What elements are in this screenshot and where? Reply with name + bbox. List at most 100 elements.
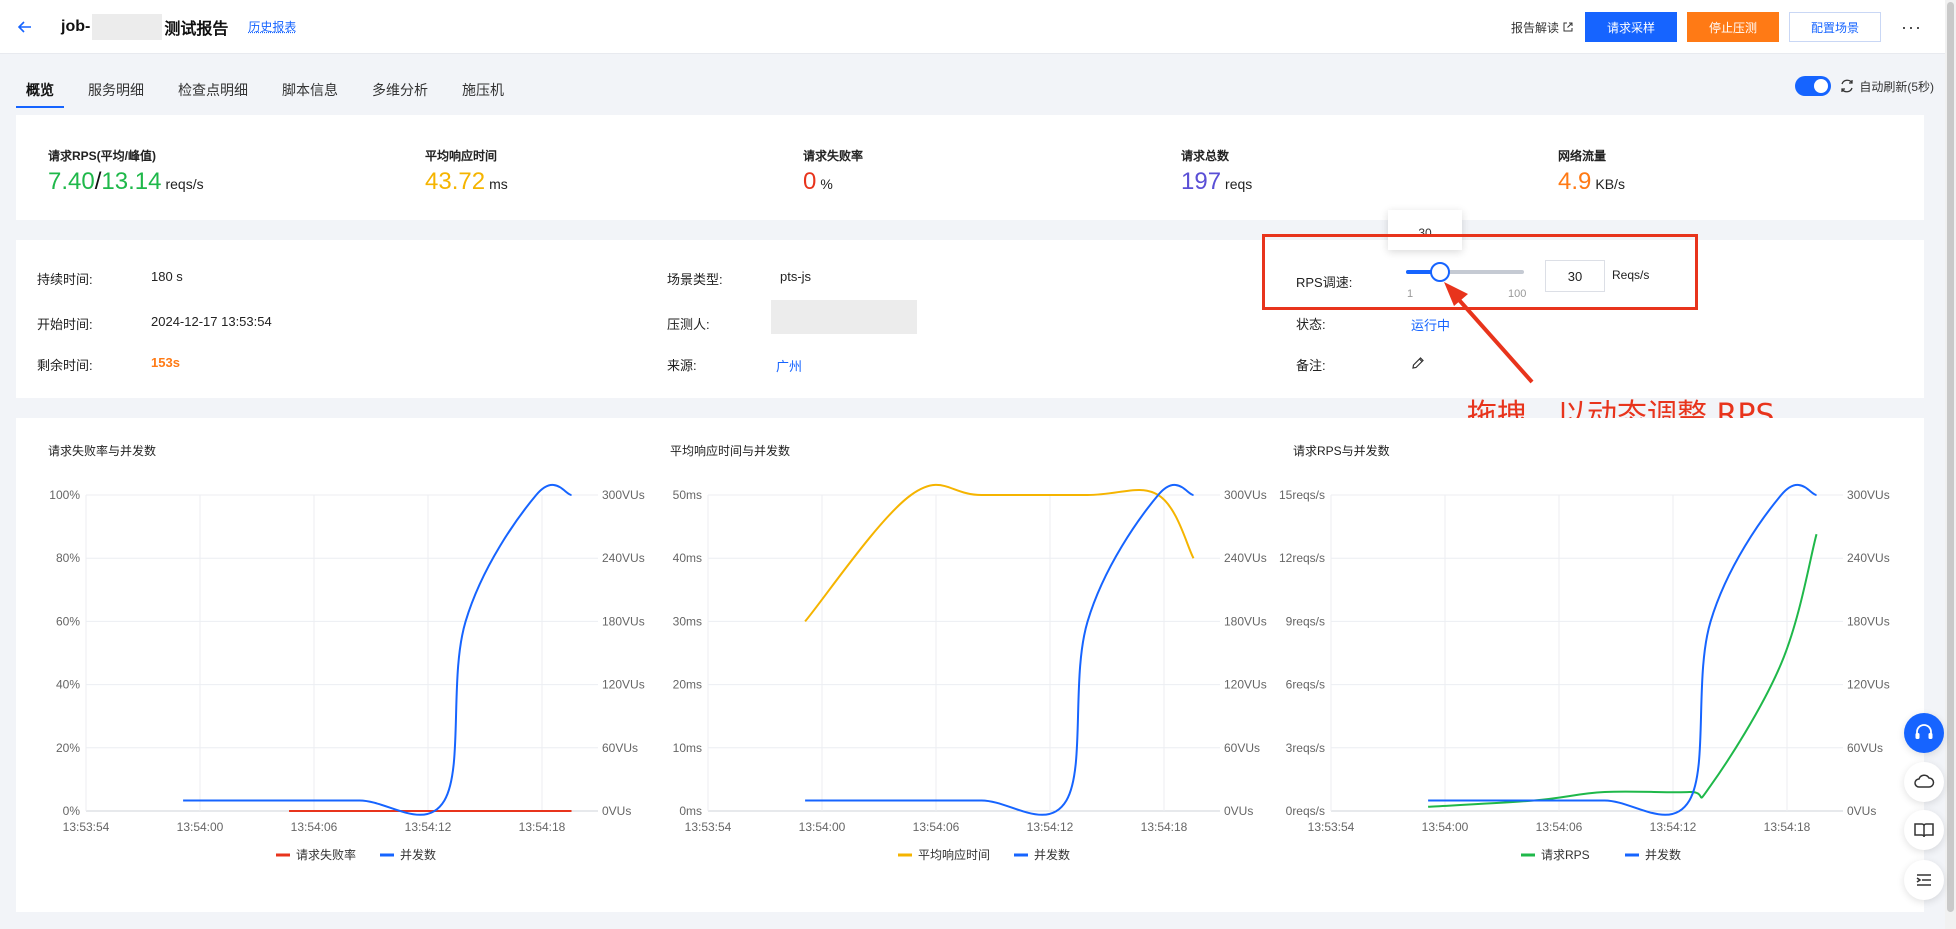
support-headset-icon[interactable] bbox=[1904, 713, 1944, 753]
metric-rps-sep: / bbox=[94, 168, 102, 195]
note-label: 备注: bbox=[1296, 358, 1326, 373]
cloud-icon[interactable] bbox=[1904, 762, 1944, 802]
metric-total-unit: reqs bbox=[1225, 176, 1253, 192]
metric-traffic-unit: KB/s bbox=[1595, 176, 1625, 192]
series-line bbox=[805, 484, 1194, 816]
history-report-link[interactable]: 历史报表 bbox=[248, 18, 296, 35]
page-scrollbar[interactable] bbox=[1945, 0, 1956, 929]
y-left-tick-label: 80% bbox=[56, 551, 80, 565]
metric-fail-value: 0 bbox=[803, 168, 817, 195]
tab-service-detail[interactable]: 服务明细 bbox=[88, 74, 144, 104]
auto-refresh-label: 自动刷新(5秒) bbox=[1859, 79, 1934, 94]
metric-total-value: 197 bbox=[1181, 168, 1222, 195]
y-right-tick-label: 180VUs bbox=[1847, 614, 1890, 628]
y-right-tick-label: 240VUs bbox=[1847, 551, 1890, 565]
x-tick-label: 13:54:06 bbox=[291, 820, 338, 834]
y-left-tick-label: 0reqs/s bbox=[1286, 804, 1325, 818]
y-right-tick-label: 180VUs bbox=[602, 614, 645, 628]
scrollbar-thumb[interactable] bbox=[1947, 2, 1954, 912]
metric-traffic-label: 网络流量 bbox=[1558, 149, 1607, 163]
y-right-tick-label: 120VUs bbox=[602, 678, 645, 692]
tab-load-generator[interactable]: 施压机 bbox=[462, 74, 504, 104]
book-icon[interactable] bbox=[1904, 810, 1944, 850]
auto-refresh: 自动刷新(5秒) bbox=[1795, 76, 1934, 96]
chart-title: 请求RPS与并发数 bbox=[1293, 443, 1390, 458]
job-suffix: 测试报告 bbox=[164, 20, 229, 38]
y-right-tick-label: 120VUs bbox=[1847, 678, 1890, 692]
refresh-icon[interactable] bbox=[1839, 78, 1855, 94]
metric-rps-peak: 13.14 bbox=[101, 168, 162, 195]
remaining-time-label: 剩余时间: bbox=[37, 358, 93, 373]
y-right-tick-label: 0VUs bbox=[1224, 804, 1253, 818]
request-sample-button[interactable]: 请求采样 bbox=[1585, 12, 1677, 42]
page-title: job- 测试报告 bbox=[61, 13, 229, 40]
y-right-tick-label: 300VUs bbox=[1224, 488, 1267, 502]
series-line bbox=[183, 484, 572, 816]
x-tick-label: 13:54:12 bbox=[1650, 820, 1697, 834]
y-left-tick-label: 15reqs/s bbox=[1279, 488, 1325, 502]
metric-rps: 请求RPS(平均/峰值) 7.40 / 13.14 reqs/s bbox=[48, 147, 204, 196]
y-left-tick-label: 3reqs/s bbox=[1286, 741, 1325, 755]
y-right-tick-label: 120VUs bbox=[1224, 678, 1267, 692]
job-name-redacted bbox=[92, 13, 163, 40]
x-tick-label: 13:54:12 bbox=[1027, 820, 1074, 834]
scene-type-label: 场景类型: bbox=[667, 272, 723, 287]
tab-checkpoint-detail[interactable]: 检查点明细 bbox=[178, 74, 248, 104]
x-tick-label: 13:54:00 bbox=[1422, 820, 1469, 834]
y-left-tick-label: 100% bbox=[49, 488, 80, 502]
series-line bbox=[804, 483, 1195, 623]
tester-label: 压测人: bbox=[667, 317, 710, 332]
y-left-tick-label: 40ms bbox=[673, 551, 702, 565]
legend-label: 请求失败率 bbox=[296, 847, 356, 862]
y-left-tick-label: 12reqs/s bbox=[1279, 551, 1325, 565]
x-tick-label: 13:54:12 bbox=[405, 820, 452, 834]
series-line bbox=[1428, 533, 1818, 808]
y-right-tick-label: 0VUs bbox=[1847, 804, 1876, 818]
more-icon[interactable]: ··· bbox=[1901, 17, 1921, 38]
legend-label: 平均响应时间 bbox=[918, 847, 990, 862]
status-label: 状态: bbox=[1296, 317, 1326, 332]
y-left-tick-label: 20ms bbox=[673, 678, 702, 692]
metrics-panel: 请求RPS(平均/峰值) 7.40 / 13.14 reqs/s 平均响应时间 … bbox=[16, 115, 1924, 220]
auto-refresh-toggle[interactable] bbox=[1795, 76, 1832, 96]
charts-panel: 请求失败率与并发数 100% 300VUs 80% 240VUs 60% 180VUs 40%… bbox=[16, 418, 1924, 912]
report-read-link[interactable]: 报告解读 bbox=[1511, 19, 1573, 36]
y-left-tick-label: 0ms bbox=[679, 804, 702, 818]
metric-latency-label: 平均响应时间 bbox=[425, 149, 498, 163]
x-tick-label: 13:54:18 bbox=[1141, 820, 1188, 834]
y-left-tick-label: 50ms bbox=[673, 488, 702, 502]
top-bar: job- 测试报告 历史报表 报告解读 请求采样 停止压测 配置场景 ··· bbox=[0, 0, 1945, 54]
y-left-tick-label: 6reqs/s bbox=[1286, 678, 1325, 692]
y-right-tick-label: 180VUs bbox=[1224, 614, 1267, 628]
edit-pencil-icon[interactable] bbox=[1411, 356, 1425, 370]
y-right-tick-label: 300VUs bbox=[1847, 488, 1890, 502]
annotation-arrow bbox=[1444, 282, 1534, 384]
y-left-tick-label: 40% bbox=[56, 678, 80, 692]
metric-latency-value: 43.72 bbox=[425, 168, 486, 195]
y-right-tick-label: 60VUs bbox=[602, 741, 638, 755]
duration-label: 持续时间: bbox=[37, 272, 93, 287]
metric-fail-unit: % bbox=[820, 176, 833, 192]
source-value[interactable]: 广州 bbox=[776, 356, 802, 375]
back-arrow-icon[interactable] bbox=[15, 17, 35, 37]
metric-fail-rate: 请求失败率 0 % bbox=[803, 147, 863, 196]
source-label: 来源: bbox=[667, 358, 697, 373]
tab-multi-analysis[interactable]: 多维分析 bbox=[372, 74, 428, 104]
x-tick-label: 13:54:18 bbox=[1764, 820, 1811, 834]
y-right-tick-label: 300VUs bbox=[602, 488, 645, 502]
metric-fail-label: 请求失败率 bbox=[803, 149, 864, 163]
config-scene-button[interactable]: 配置场景 bbox=[1789, 12, 1881, 42]
x-tick-label: 13:54:18 bbox=[519, 820, 566, 834]
x-tick-label: 13:53:54 bbox=[1308, 820, 1355, 834]
x-tick-label: 13:54:00 bbox=[177, 820, 224, 834]
legend-label: 请求RPS bbox=[1541, 848, 1590, 862]
metric-total: 请求总数 197 reqs bbox=[1181, 147, 1252, 196]
list-menu-icon[interactable] bbox=[1904, 860, 1944, 900]
metric-latency: 平均响应时间 43.72 ms bbox=[425, 147, 508, 196]
tab-script-info[interactable]: 脚本信息 bbox=[282, 74, 338, 104]
external-link-icon bbox=[1563, 22, 1573, 32]
metric-rps-unit: reqs/s bbox=[165, 176, 204, 192]
tab-overview[interactable]: 概览 bbox=[16, 74, 64, 108]
y-right-tick-label: 240VUs bbox=[602, 551, 645, 565]
stop-test-button[interactable]: 停止压测 bbox=[1687, 12, 1779, 42]
